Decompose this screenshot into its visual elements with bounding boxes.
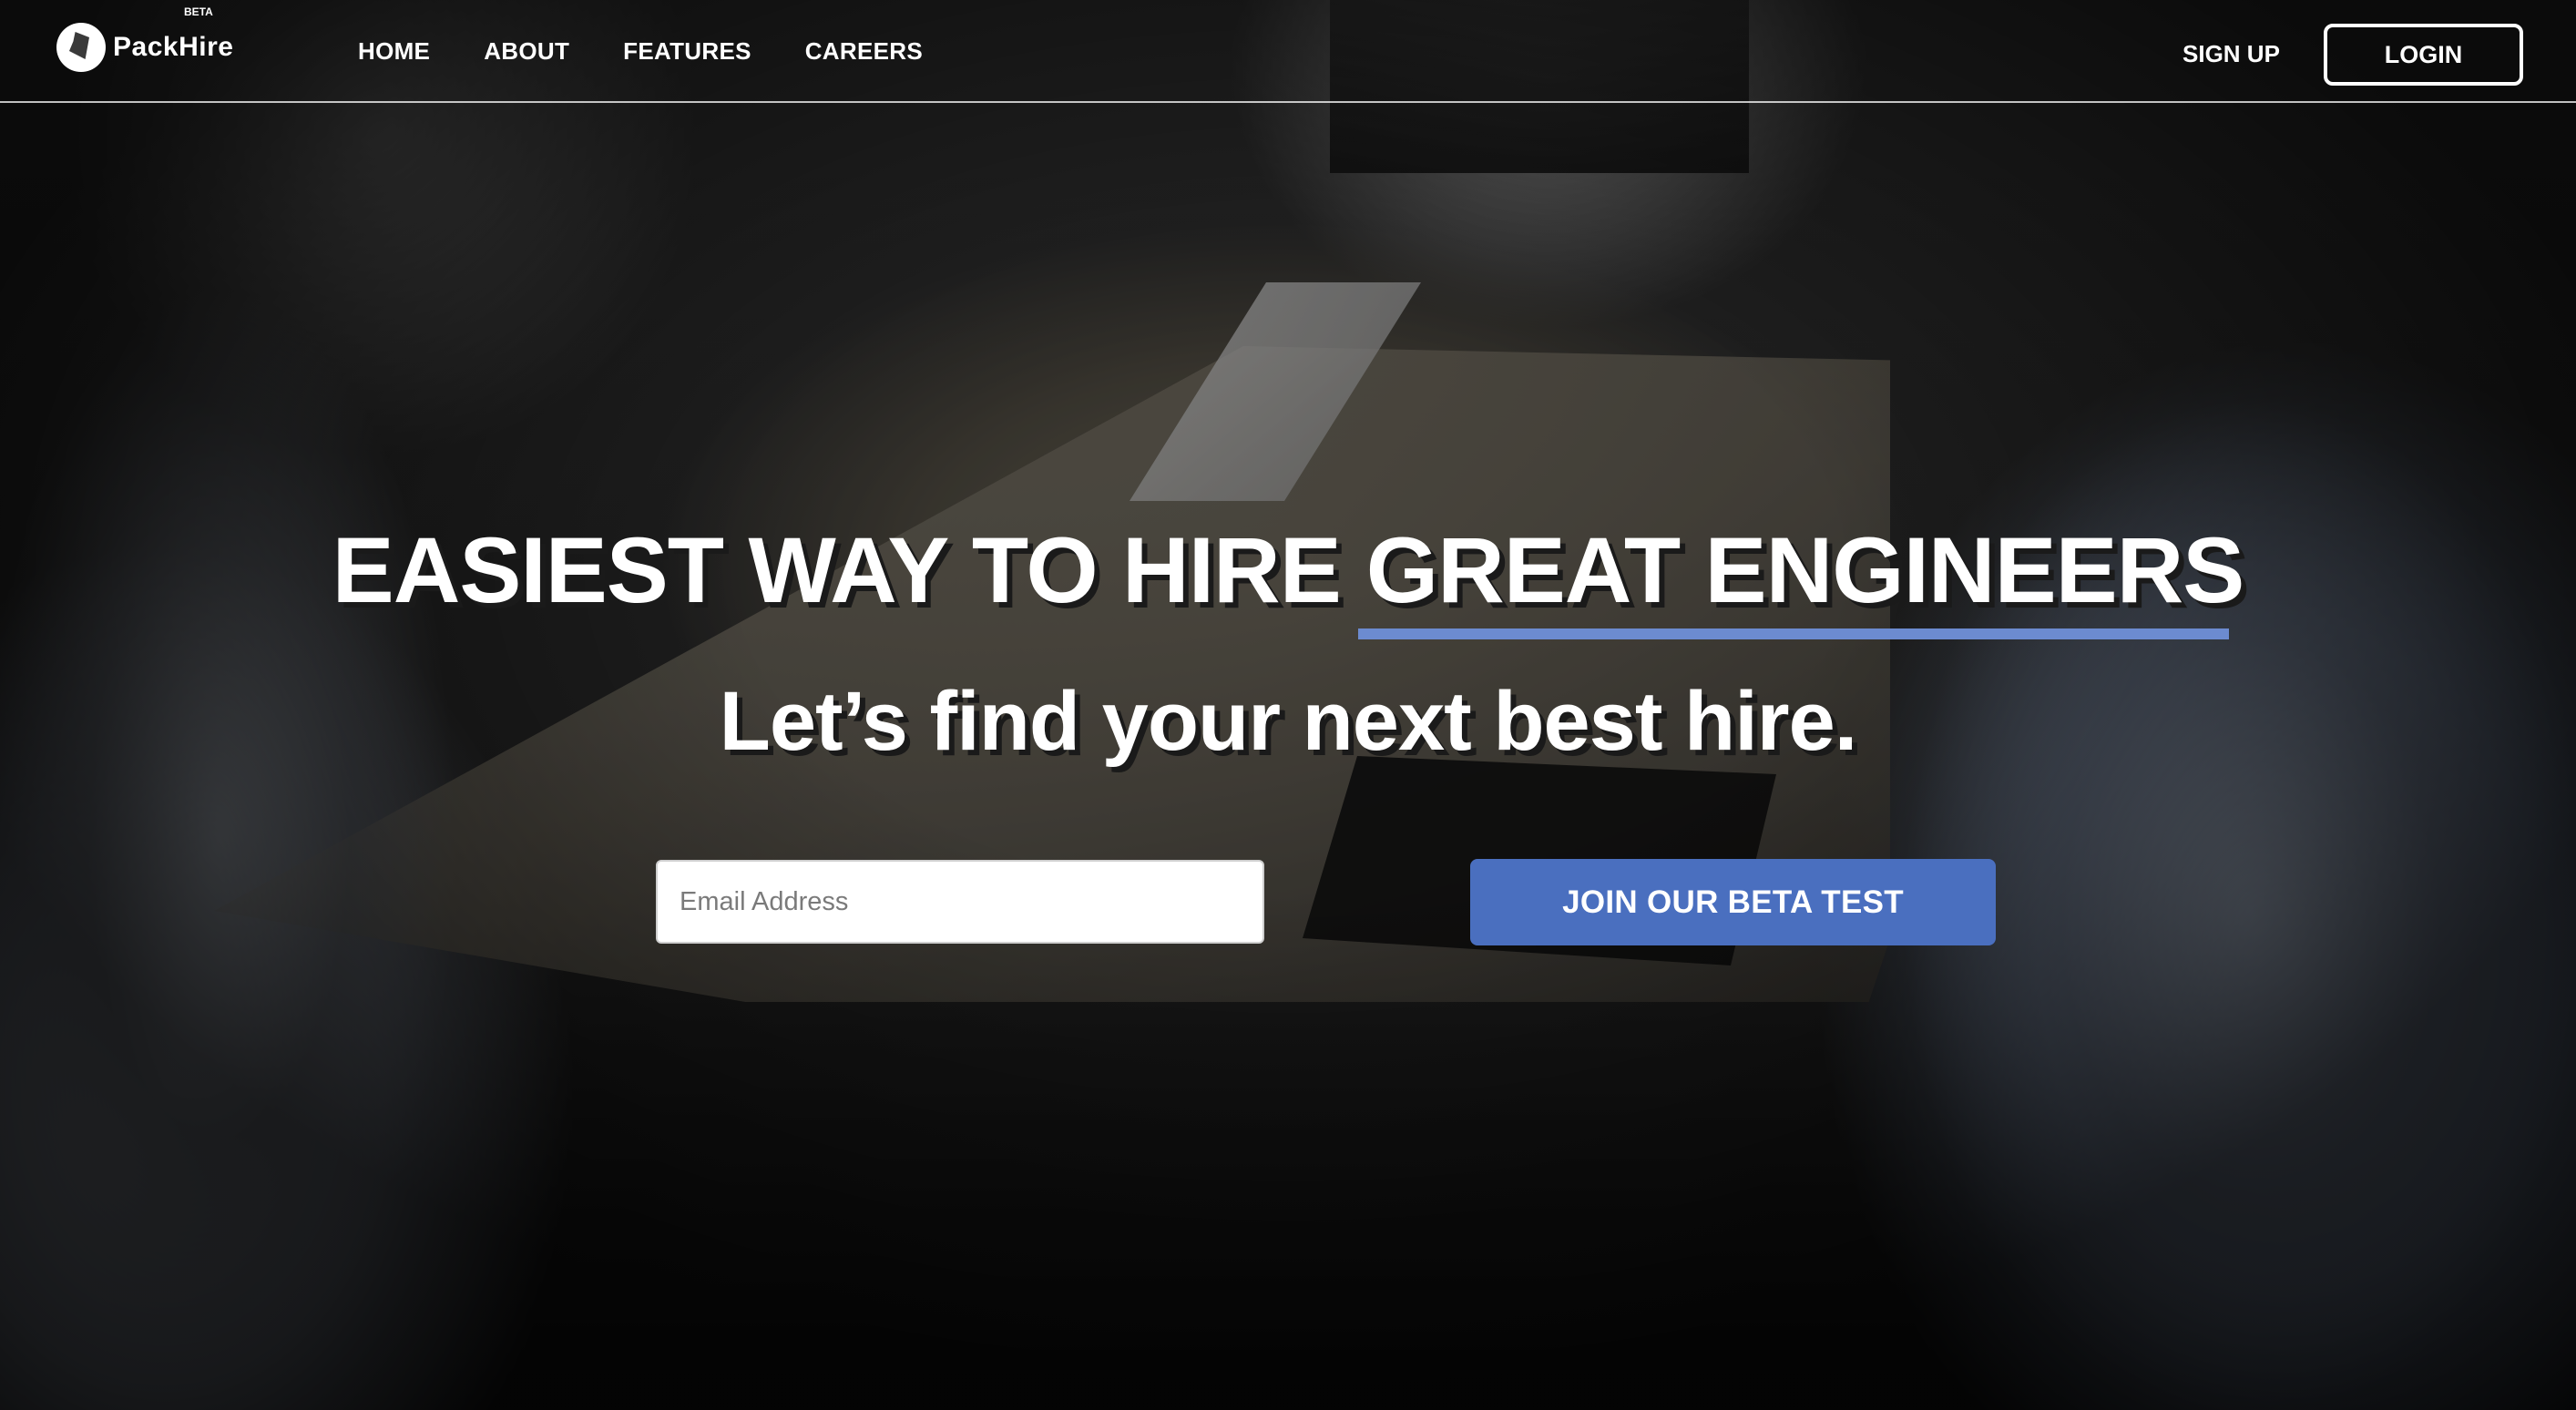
join-beta-button[interactable]: JOIN OUR BETA TEST: [1470, 859, 1996, 945]
brand-link[interactable]: PackHire: [56, 20, 233, 75]
hero-headline: EASIEST WAY TO HIRE GREAT ENGINEERS: [0, 517, 2576, 624]
nav-careers-link[interactable]: CAREERS: [805, 37, 923, 66]
headline-prefix: EASIEST WAY TO HIRE: [332, 518, 1342, 622]
signup-link[interactable]: SIGN UP: [2182, 0, 2280, 107]
primary-nav: HOME ABOUT FEATURES CAREERS: [358, 0, 976, 103]
login-button[interactable]: LOGIN: [2324, 24, 2523, 86]
nav-features-link[interactable]: FEATURES: [623, 37, 751, 66]
beta-badge: BETA: [184, 5, 213, 18]
headline-accent-underline: [1358, 628, 2229, 639]
nav-about-link[interactable]: ABOUT: [484, 37, 569, 66]
top-navbar: PackHire BETA HOME ABOUT FEATURES CAREER…: [0, 0, 2576, 103]
brand-name: PackHire: [113, 32, 234, 62]
nav-home-link[interactable]: HOME: [358, 37, 430, 66]
headline-accent: GREAT ENGINEERS: [1365, 518, 2245, 622]
wolf-logo-icon: [56, 23, 106, 72]
hero-subheadline: Let’s find your next best hire.: [719, 675, 1858, 768]
email-input[interactable]: [656, 860, 1264, 944]
